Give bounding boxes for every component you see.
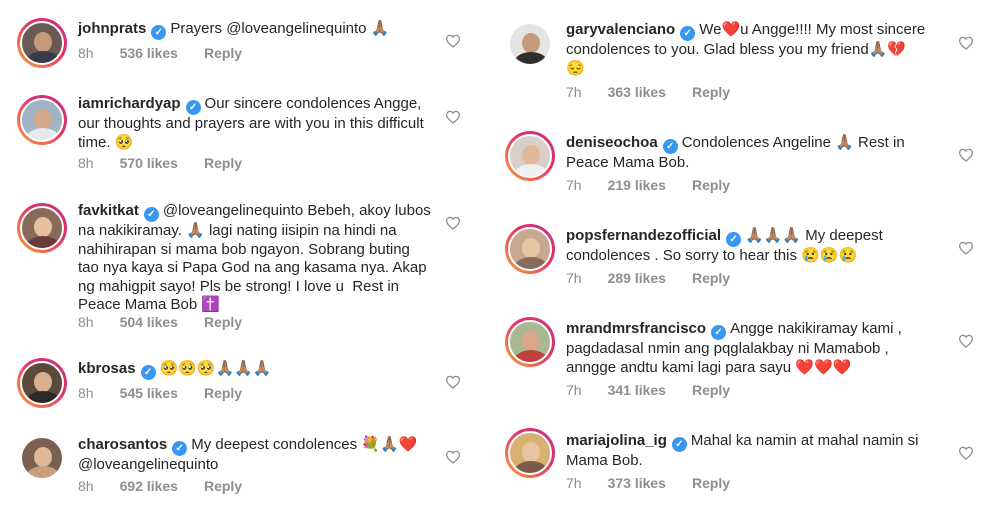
verified-badge-icon: ✓ xyxy=(662,139,678,154)
reply-button[interactable]: Reply xyxy=(692,382,730,398)
avatar[interactable] xyxy=(17,95,67,145)
like-count[interactable]: 536 likes xyxy=(120,45,178,61)
timestamp: 7h xyxy=(566,270,582,286)
heart-outline-icon[interactable] xyxy=(958,334,974,348)
comment-meta: 8h 692 likes Reply xyxy=(78,478,268,494)
verified-badge-icon: ✓ xyxy=(185,100,201,115)
username[interactable]: deniseochoa xyxy=(566,134,658,151)
heart-outline-icon[interactable] xyxy=(445,216,461,230)
timestamp: 7h xyxy=(566,177,582,193)
avatar[interactable] xyxy=(505,317,555,367)
like-count[interactable]: 570 likes xyxy=(120,155,178,171)
heart-outline-icon[interactable] xyxy=(445,110,461,124)
username[interactable]: garyvalenciano xyxy=(566,21,675,38)
username[interactable]: iamrichardyap xyxy=(78,95,181,112)
comment-text: deniseochoa ✓ Condolences Angeline 🙏🏽 Rest… xyxy=(566,134,905,173)
comment-meta: 8h 536 likes Reply xyxy=(78,45,268,61)
avatar[interactable] xyxy=(505,224,555,274)
comment-meta: 7h 219 likes Reply xyxy=(566,177,756,193)
comment-text: garyvalenciano ✓ We❤️u Angge!!!! My most s… xyxy=(566,21,925,78)
comment-meta: 7h 373 likes Reply xyxy=(566,475,756,491)
reply-button[interactable]: Reply xyxy=(692,84,730,100)
reply-button[interactable]: Reply xyxy=(204,155,242,171)
reply-button[interactable]: Reply xyxy=(204,385,242,401)
verified-badge-icon: ✓ xyxy=(143,207,159,222)
username[interactable]: johnprats xyxy=(78,20,146,37)
comment-text: iamrichardyap ✓ Our sincere condolences An… xyxy=(78,95,424,152)
avatar[interactable] xyxy=(17,358,67,408)
like-count[interactable]: 373 likes xyxy=(608,475,666,491)
verified-badge-icon: ✓ xyxy=(151,25,167,40)
verified-badge-icon: ✓ xyxy=(680,26,696,41)
username[interactable]: mrandmrsfrancisco xyxy=(566,320,706,337)
timestamp: 8h xyxy=(78,478,94,494)
timestamp: 8h xyxy=(78,385,94,401)
comment-body: 🥺🥺🥺🙏🏽🙏🏽🙏🏽 xyxy=(159,360,272,377)
heart-outline-icon[interactable] xyxy=(445,34,461,48)
comment-meta: 8h 570 likes Reply xyxy=(78,155,268,171)
comment-meta: 8h 545 likes Reply xyxy=(78,385,268,401)
comment-text: favkitkat ✓ @loveangelinequinto Bebeh, ako… xyxy=(78,202,431,315)
avatar[interactable] xyxy=(505,19,555,69)
username[interactable]: favkitkat xyxy=(78,202,139,219)
username[interactable]: charosantos xyxy=(78,436,167,453)
verified-badge-icon: ✓ xyxy=(671,437,687,452)
username[interactable]: kbrosas xyxy=(78,360,136,377)
like-count[interactable]: 692 likes xyxy=(120,478,178,494)
avatar[interactable] xyxy=(505,428,555,478)
heart-outline-icon[interactable] xyxy=(958,36,974,50)
reply-button[interactable]: Reply xyxy=(204,478,242,494)
comment-meta: 7h 363 likes Reply xyxy=(566,84,756,100)
comment-meta: 8h 504 likes Reply xyxy=(78,314,268,330)
timestamp: 7h xyxy=(566,382,582,398)
comment-text: johnprats ✓ Prayers @loveangelinequinto 🙏🏽 xyxy=(78,20,389,40)
timestamp: 8h xyxy=(78,155,94,171)
timestamp: 7h xyxy=(566,475,582,491)
comment-text: mrandmrsfrancisco ✓ Angge nakikiramay kami… xyxy=(566,320,902,377)
like-count[interactable]: 289 likes xyxy=(608,270,666,286)
comment-text: mariajolina_ig ✓ Mahal ka namin at mahal n… xyxy=(566,432,918,471)
verified-badge-icon: ✓ xyxy=(140,365,156,380)
comments-column-left: johnprats ✓ Prayers @loveangelinequinto 🙏🏽… xyxy=(0,0,500,516)
username[interactable]: mariajolina_ig xyxy=(566,432,667,449)
comment-text: popsfernandezofficial ✓ 🙏🏽🙏🏽🙏🏽 My deepest … xyxy=(566,227,883,266)
heart-outline-icon[interactable] xyxy=(958,148,974,162)
timestamp: 8h xyxy=(78,314,94,330)
avatar[interactable] xyxy=(17,433,67,483)
reply-button[interactable]: Reply xyxy=(204,45,242,61)
comment-text: kbrosas ✓ 🥺🥺🥺🙏🏽🙏🏽🙏🏽 xyxy=(78,360,272,380)
reply-button[interactable]: Reply xyxy=(204,314,242,330)
comments-column-right: garyvalenciano ✓ We❤️u Angge!!!! My most s… xyxy=(500,0,1000,516)
like-count[interactable]: 341 likes xyxy=(608,382,666,398)
heart-outline-icon[interactable] xyxy=(445,375,461,389)
username[interactable]: popsfernandezofficial xyxy=(566,227,721,244)
heart-outline-icon[interactable] xyxy=(958,241,974,255)
avatar[interactable] xyxy=(505,131,555,181)
heart-outline-icon[interactable] xyxy=(445,450,461,464)
timestamp: 7h xyxy=(566,84,582,100)
like-count[interactable]: 363 likes xyxy=(608,84,666,100)
comment-meta: 7h 341 likes Reply xyxy=(566,382,756,398)
like-count[interactable]: 219 likes xyxy=(608,177,666,193)
verified-badge-icon: ✓ xyxy=(172,441,188,456)
verified-badge-icon: ✓ xyxy=(711,325,727,340)
reply-button[interactable]: Reply xyxy=(692,270,730,286)
like-count[interactable]: 545 likes xyxy=(120,385,178,401)
comment-text: charosantos ✓ My deepest condolences 💐🙏🏽❤️… xyxy=(78,436,417,475)
timestamp: 8h xyxy=(78,45,94,61)
reply-button[interactable]: Reply xyxy=(692,475,730,491)
verified-badge-icon: ✓ xyxy=(726,232,742,247)
comment-body: Prayers @loveangelinequinto 🙏🏽 xyxy=(170,20,390,37)
like-count[interactable]: 504 likes xyxy=(120,314,178,330)
comment-meta: 7h 289 likes Reply xyxy=(566,270,756,286)
heart-outline-icon[interactable] xyxy=(958,446,974,460)
avatar[interactable] xyxy=(17,203,67,253)
reply-button[interactable]: Reply xyxy=(692,177,730,193)
avatar[interactable] xyxy=(17,18,67,68)
